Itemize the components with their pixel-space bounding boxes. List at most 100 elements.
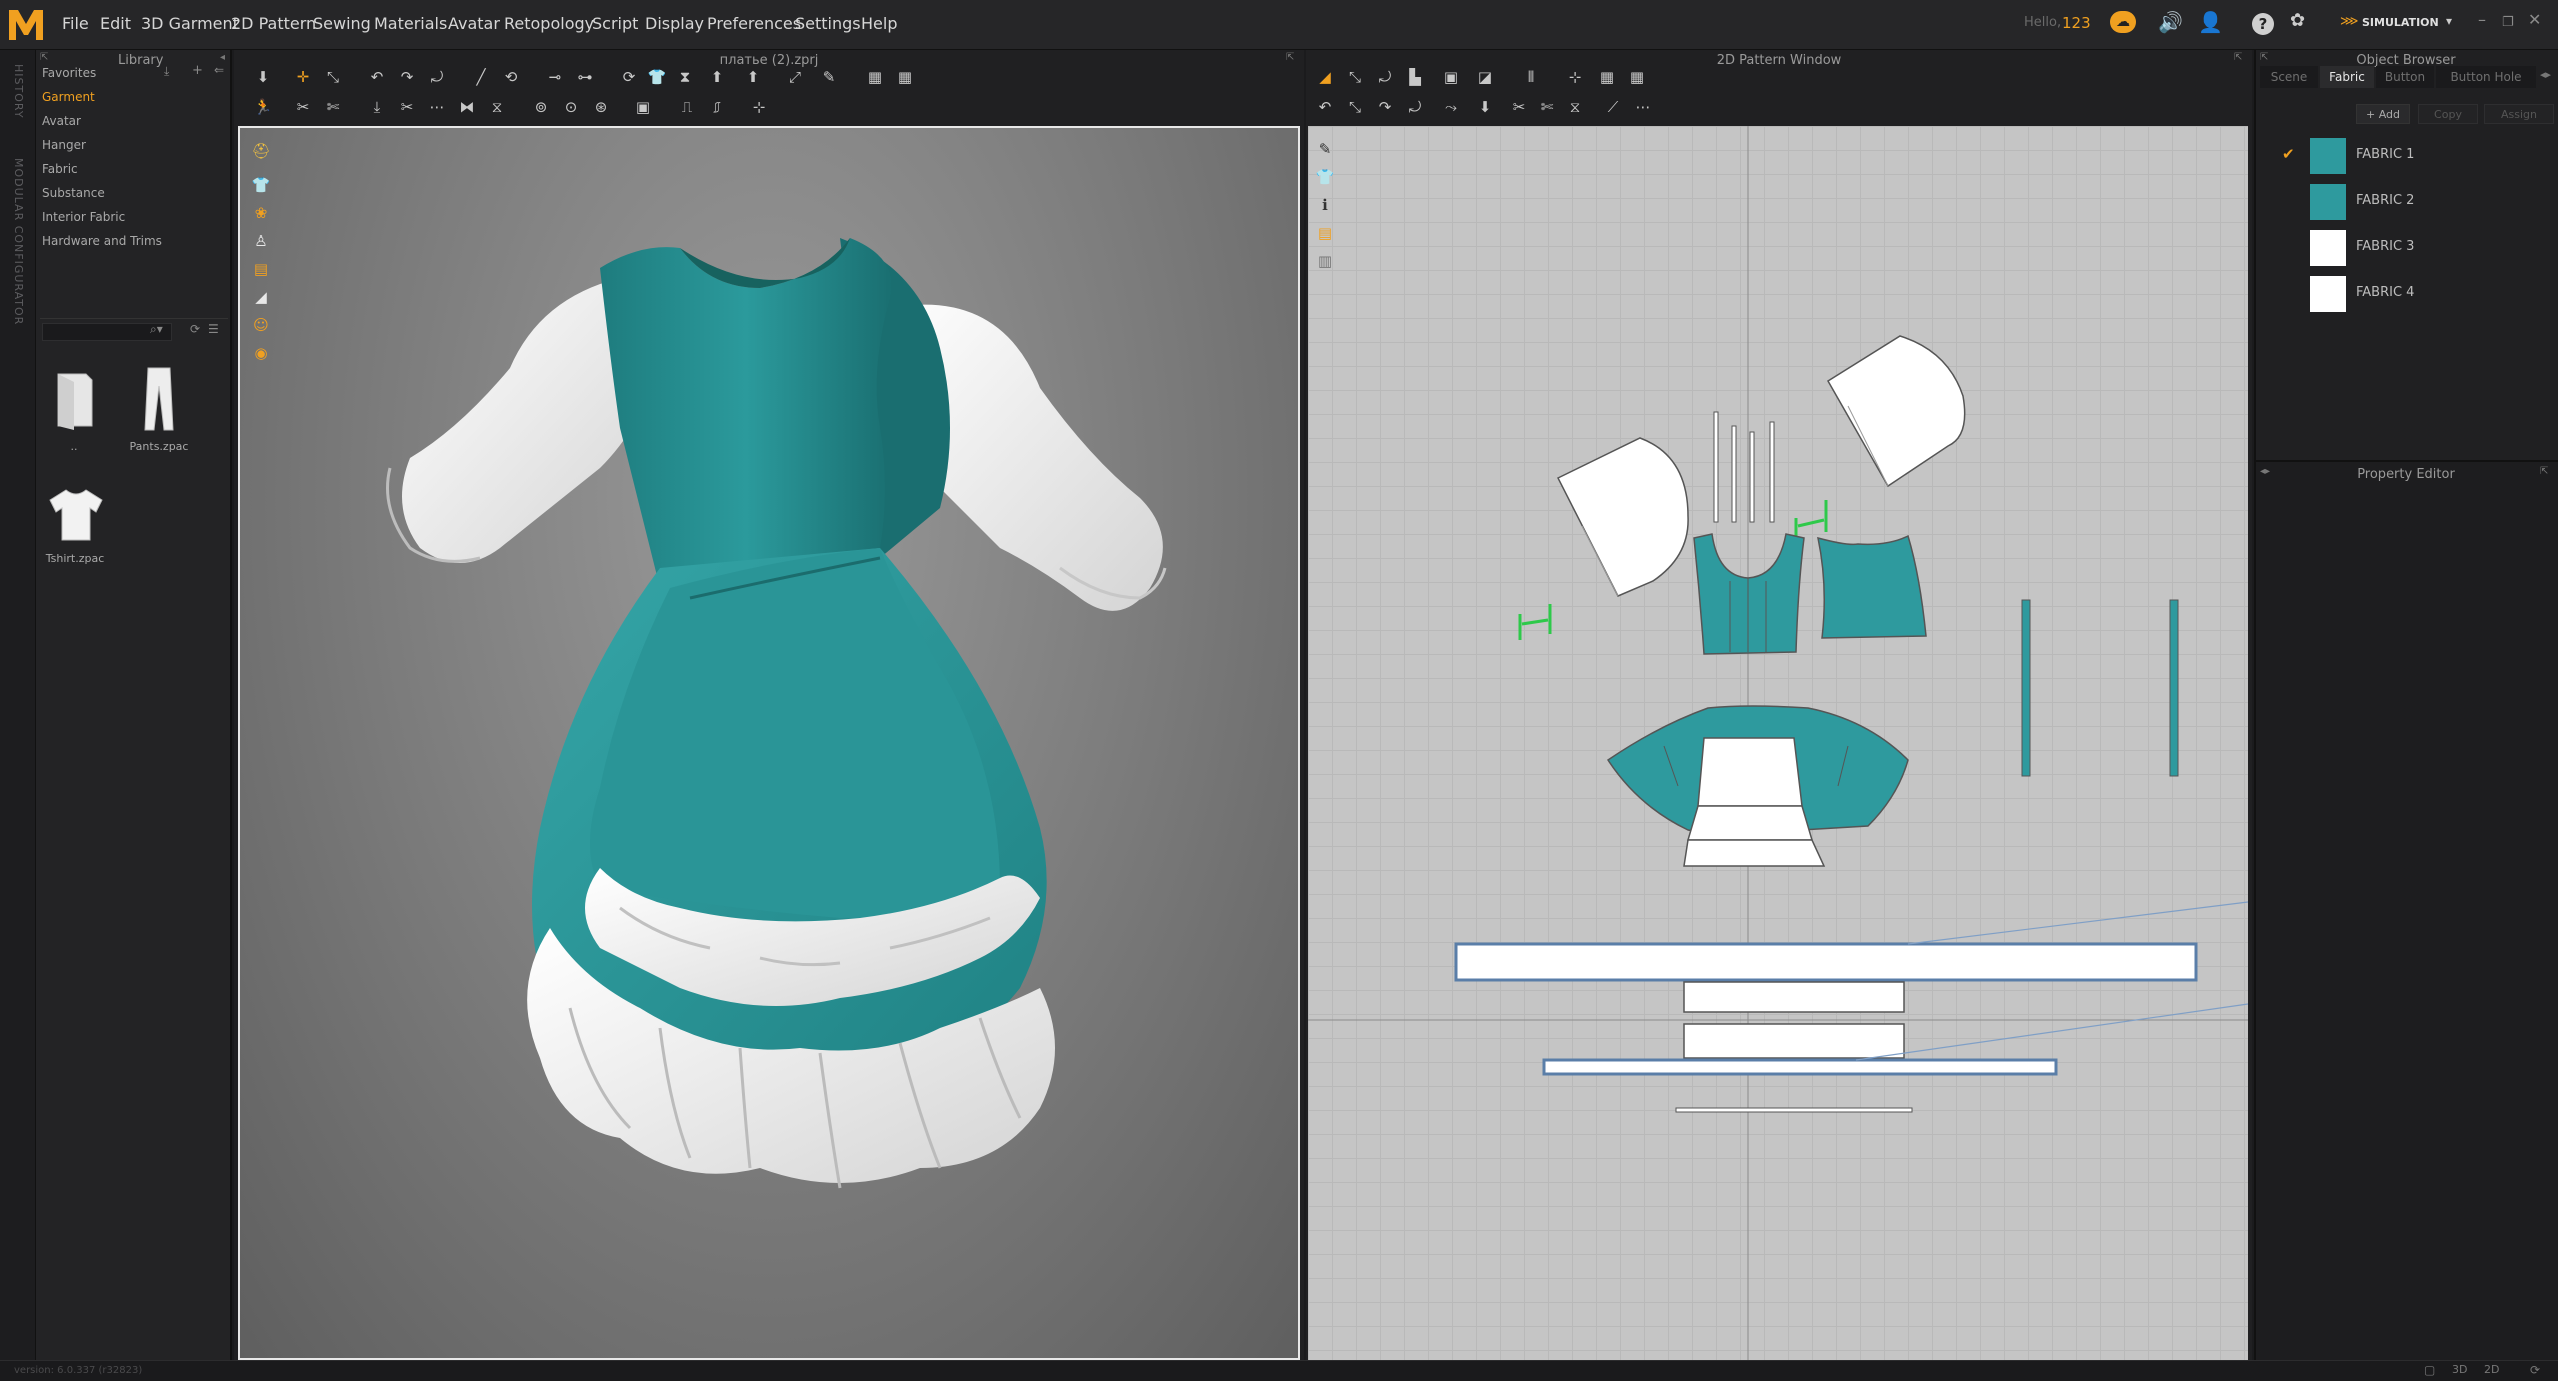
dart-icon[interactable]: ⫴ — [1520, 66, 1542, 88]
back-icon[interactable]: ⇐ — [214, 63, 224, 77]
assign-fabric-button[interactable]: Assign — [2484, 104, 2554, 124]
add-fabric-button[interactable]: + Add — [2356, 104, 2410, 124]
popout-icon[interactable]: ⇱ — [1286, 52, 1294, 63]
measure-icon[interactable]: ⧗ — [674, 66, 696, 88]
pin-icon[interactable]: ⊸ — [544, 66, 566, 88]
close-icon[interactable]: ✕ — [2528, 10, 2541, 29]
trim-icon[interactable]: ⊛ — [590, 96, 612, 118]
menu-display[interactable]: Display — [645, 14, 704, 33]
fabric-row[interactable]: ✔ FABRIC 1 — [2256, 132, 2558, 178]
3d-viewport[interactable]: ⛑ 👕 ❀ ♙ ▤ ◢ ☺ ◉ — [238, 126, 1300, 1360]
tab-scene[interactable]: Scene — [2260, 66, 2318, 88]
add-icon[interactable]: + — [192, 63, 203, 78]
menu-retopology[interactable]: Retopology — [504, 14, 594, 33]
push-icon[interactable]: ⬆ — [706, 66, 728, 88]
flip-icon[interactable]: ⤾ — [426, 66, 448, 88]
button-icon[interactable]: ⊚ — [530, 96, 552, 118]
simulation-mode-label[interactable]: SIMULATION — [2362, 16, 2439, 29]
menu-materials[interactable]: Materials — [374, 14, 447, 33]
menu-sewing[interactable]: Sewing — [313, 14, 371, 33]
brush-icon[interactable]: ✎ — [818, 66, 840, 88]
seam-icon[interactable]: ✂ — [292, 96, 314, 118]
internal-shape-icon[interactable]: ◪ — [1474, 66, 1496, 88]
segment-sewing-icon[interactable]: ⟲ — [500, 66, 522, 88]
grid-icon[interactable]: ▦ — [864, 66, 886, 88]
edit-sewing-icon[interactable]: ╱ — [470, 66, 492, 88]
lift-icon[interactable]: ⬆ — [742, 66, 764, 88]
tab-fabric[interactable]: Fabric — [2320, 66, 2374, 88]
zipper-icon[interactable]: ⧓ — [456, 96, 478, 118]
fold-icon[interactable]: ↶ — [366, 66, 388, 88]
fabric-row[interactable]: FABRIC 4 — [2256, 270, 2558, 316]
user-icon[interactable]: 👤 — [2198, 10, 2223, 34]
avatar-pose-icon[interactable]: 🏃 — [252, 96, 274, 118]
grid-alt-icon[interactable]: ▦ — [1626, 66, 1648, 88]
refresh-icon[interactable]: ⟳ — [190, 322, 200, 336]
steam-icon[interactable]: ⟳ — [618, 66, 640, 88]
history-tab[interactable]: HISTORY — [12, 64, 25, 119]
library-item-garment[interactable]: Garment — [42, 90, 95, 104]
gizmo-icon[interactable]: ⊹ — [748, 96, 770, 118]
shirt-tool-icon[interactable]: 👕 — [646, 66, 668, 88]
fabric-swatch[interactable] — [2310, 276, 2346, 312]
menu-2d-pattern[interactable]: 2D Pattern — [231, 14, 316, 33]
search-icon[interactable]: ⌕▾ — [150, 322, 163, 337]
fabric-row[interactable]: FABRIC 2 — [2256, 178, 2558, 224]
menu-edit[interactable]: Edit — [100, 14, 131, 33]
tab-button[interactable]: Button — [2376, 66, 2434, 88]
user-name[interactable]: 123 — [2062, 14, 2091, 32]
library-file-folder[interactable]: .. — [44, 364, 104, 460]
cloud-icon[interactable]: ☁ — [2110, 11, 2136, 33]
single-view-icon[interactable]: ▢ — [2424, 1363, 2435, 1377]
menu-file[interactable]: File — [62, 14, 89, 33]
grid-alt-icon[interactable]: ▦ — [894, 66, 916, 88]
move-icon[interactable]: ✛ — [292, 66, 314, 88]
fabric-swatch[interactable] — [2310, 230, 2346, 266]
seam-allowance-icon[interactable]: ⊹ — [1564, 66, 1586, 88]
library-item-hanger[interactable]: Hanger — [42, 138, 86, 152]
menu-preferences[interactable]: Preferences — [707, 14, 801, 33]
help-icon[interactable]: ? — [2252, 13, 2274, 35]
menu-script[interactable]: Script — [592, 14, 638, 33]
popout-icon[interactable]: ⇱ — [2540, 466, 2548, 477]
texture-edit-icon[interactable]: ⤢ — [784, 66, 806, 88]
menu-3d-garment[interactable]: 3D Garment — [141, 14, 239, 33]
grain-icon[interactable]: ⋯ — [1632, 96, 1654, 118]
edit-curvature-icon[interactable]: ⤾ — [1374, 66, 1396, 88]
restore-icon[interactable]: ❐ — [2502, 15, 2514, 30]
modular-configurator-tab[interactable]: MODULAR CONFIGURATOR — [12, 158, 25, 325]
buttonhole-icon[interactable]: ⊙ — [560, 96, 582, 118]
puckering-icon[interactable]: ✄ — [1536, 96, 1558, 118]
puckering-icon[interactable]: ⧖ — [486, 96, 508, 118]
mode-dropdown-icon[interactable]: ▾ — [2446, 14, 2452, 28]
trace-icon[interactable]: ⤓ — [366, 96, 388, 118]
tack-icon[interactable]: ⊶ — [574, 66, 596, 88]
menu-settings[interactable]: Settings — [795, 14, 861, 33]
graphic-icon[interactable]: ▣ — [632, 96, 654, 118]
menu-avatar[interactable]: Avatar — [448, 14, 500, 33]
gift-icon[interactable]: ✿ — [2290, 10, 2305, 31]
copy-fabric-button[interactable]: Copy — [2418, 104, 2478, 124]
polygon-icon[interactable]: ▙ — [1404, 66, 1426, 88]
download-icon[interactable]: ⤓ — [164, 64, 169, 79]
2d-pattern-viewport[interactable]: ✎ 👕 ℹ ▤ ▥ — [1308, 126, 2248, 1360]
3d-view-icon[interactable]: 3D — [2452, 1363, 2467, 1376]
grid-icon[interactable]: ▦ — [1596, 66, 1618, 88]
check-sewing-icon[interactable]: ⤾ — [1404, 96, 1426, 118]
stitch-icon[interactable]: ✂ — [1508, 96, 1530, 118]
segment-icon[interactable]: ⤡ — [1344, 96, 1366, 118]
transform-pattern-icon[interactable]: ◢ — [1314, 66, 1336, 88]
sewing-icon[interactable]: ↶ — [1314, 96, 1336, 118]
fold-arrange-icon[interactable]: ⬇ — [1474, 96, 1496, 118]
fold-line-icon[interactable]: ⟋ — [1602, 96, 1624, 118]
topstitch-icon[interactable]: ⎍ — [676, 96, 698, 118]
tab-scroll-icon[interactable]: ◂▸ — [2540, 68, 2551, 81]
library-item-interior-fabric[interactable]: Interior Fabric — [42, 210, 125, 224]
library-item-favorites[interactable]: Favorites — [42, 66, 96, 80]
popout-icon[interactable]: ⇱ — [2234, 52, 2242, 63]
quilt-icon[interactable]: ⧖ — [1564, 96, 1586, 118]
library-item-substance[interactable]: Substance — [42, 186, 105, 200]
edit-pattern-icon[interactable]: ⤡ — [1344, 66, 1366, 88]
library-file-tshirt[interactable]: Tshirt.zpac — [40, 480, 110, 576]
2d-view-icon[interactable]: 2D — [2484, 1363, 2499, 1376]
